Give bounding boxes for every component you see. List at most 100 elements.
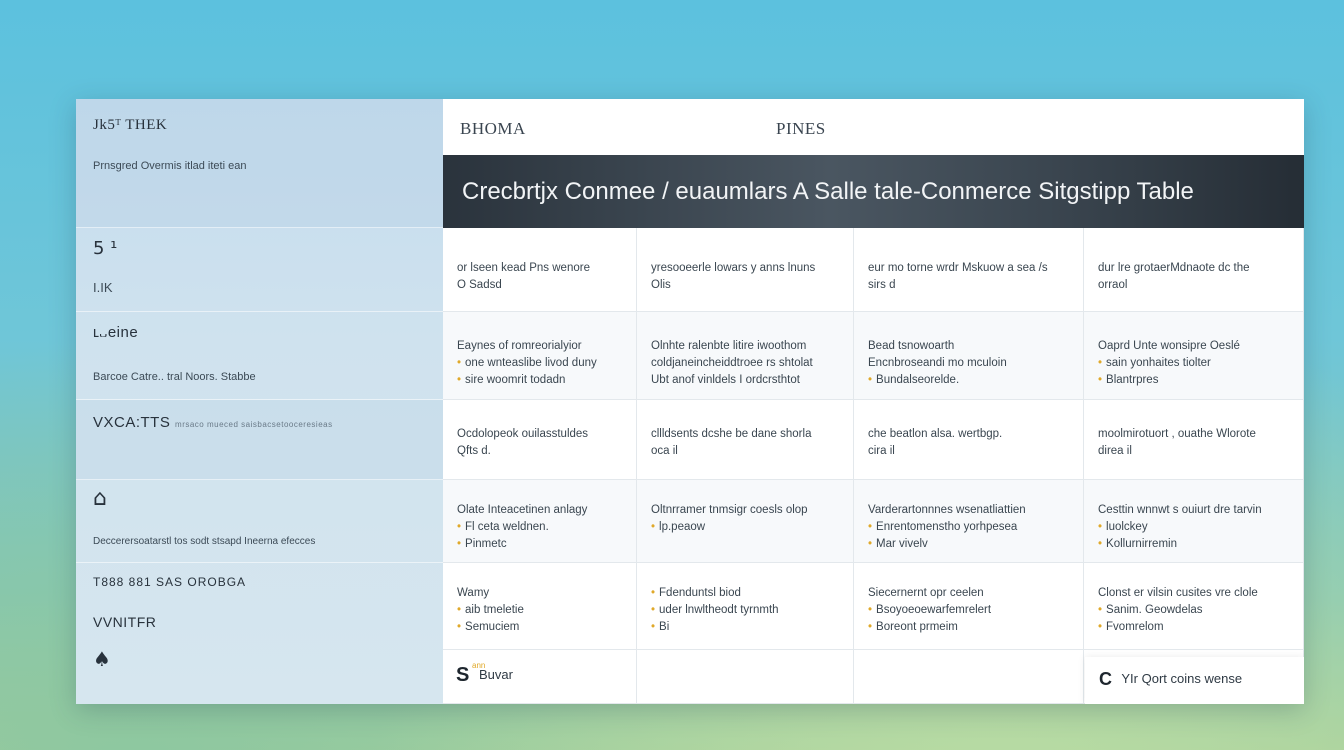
cell-text: Fvomrelom <box>1106 621 1164 633</box>
bullet-icon: • <box>457 521 462 533</box>
table-cell: Wamy • aib tmeletie • Semuciem <box>443 563 637 650</box>
cell-line: • Fdenduntsl biod <box>651 585 839 602</box>
house-icon: ⌂ <box>93 486 107 511</box>
cell-line: cira il <box>868 443 1069 460</box>
bullet-icon: • <box>1098 604 1103 616</box>
sidebar-item-2[interactable]: ʟ᎑eine Barcoe Catre.. tral Noors. Stabbe <box>76 312 443 400</box>
bullet-icon: • <box>1098 374 1103 386</box>
cell-line: coldjaneincheiddtroee rs shtolat <box>651 355 839 372</box>
sidebar-item-1-icon: 5 ¹ <box>93 238 118 259</box>
cell-line: direa il <box>1098 443 1289 460</box>
cell-text: Fl ceta weldnen. <box>465 521 549 533</box>
cell-text: Bsoyoeoewarfemrelert <box>876 604 992 616</box>
cell-text: Sanim. Geowdelas <box>1106 604 1203 616</box>
bullet-icon: • <box>651 521 656 533</box>
cell-text: Ubt anof vinldels I ordcrsthtot <box>651 374 800 386</box>
sidebar-item-5[interactable]: T888 881 SAS OROBGA VVNITFR ♠ <box>76 563 443 704</box>
cell-line: • luolckey <box>1098 519 1289 536</box>
sidebar-item-3-title-text: VXCA:TTS <box>93 414 171 431</box>
sidebar-item-4[interactable]: ⌂ Deccerersoatarstl tos sodt stsapd Inee… <box>76 480 443 563</box>
table-cell: che beatlon alsa. wertbgp. cira il <box>854 400 1084 480</box>
table-title: Crecbrtjx Conmee / euaumlars A Salle tal… <box>443 155 1304 228</box>
cell-text: Bead tsnowoarth <box>868 340 955 352</box>
cell-line: Varderartonnnes wsenatliattien <box>868 502 1069 519</box>
cell-text: sain yonhaites tiolter <box>1106 357 1211 369</box>
sidebar-item-2-subtitle: Barcoe Catre.. tral Noors. Stabbe <box>93 371 256 383</box>
table-cell: Oltnrramer tnmsigr coesls olop • lp.peaow <box>637 480 854 563</box>
sidebar-brand: Jk5ᵀ THEK <box>93 117 168 133</box>
sidebar-item-1-label: I.IK <box>93 280 113 295</box>
cell-text: Enrentomenstho yorhpesea <box>876 521 1018 533</box>
bullet-icon: • <box>457 357 462 369</box>
sidebar-item-5-label: VVNITFR <box>93 614 157 630</box>
cell-text: one wnteaslibe livod duny <box>465 357 597 369</box>
cell-line: Olnhte ralenbte litire iwoothom <box>651 338 839 355</box>
cell-line: eur mo torne wrdr Mskuow a sea /s <box>868 260 1069 277</box>
cell-text: Varderartonnnes wsenatliattien <box>868 504 1026 516</box>
bullet-icon: • <box>651 587 656 599</box>
table-cell: moolmirotuort , ouathe Wlorote direa il <box>1084 400 1304 480</box>
cell-text: Clonst er vilsin cusites vre clole <box>1098 587 1258 599</box>
sidebar-item-1[interactable]: 5 ¹ I.IK <box>76 228 443 312</box>
cell-line: • Fl ceta weldnen. <box>457 519 622 536</box>
bullet-icon: • <box>457 621 462 633</box>
footer-left-icon: S <box>456 664 470 686</box>
cell-text: Semuciem <box>465 621 520 633</box>
footer-right-icon: C <box>1099 669 1112 689</box>
sidebar: Jk5ᵀ THEK Prnsgred Overmis itlad iteti e… <box>76 99 443 704</box>
cell-text: aib tmeletie <box>465 604 524 616</box>
sidebar-item-3-subtitle: mrsaco mueced saisbacsetooceresieas <box>175 420 333 429</box>
cell-text: Olnhte ralenbte litire iwoothom <box>651 340 807 352</box>
bullet-icon: • <box>1098 538 1103 550</box>
table-cell: eur mo torne wrdr Mskuow a sea /s sirs d <box>854 228 1084 312</box>
cell-text: Boreont prmeim <box>876 621 958 633</box>
cell-line: che beatlon alsa. wertbgp. <box>868 426 1069 443</box>
bullet-icon: • <box>868 621 873 633</box>
bullet-icon: • <box>1098 357 1103 369</box>
cell-line: O Sadsd <box>457 277 622 294</box>
footer-right-cta[interactable]: C YIr Qort coins wense <box>1085 657 1304 704</box>
cell-text: Ocdolopeok ouilasstuldes <box>457 428 589 440</box>
bullet-icon: • <box>868 521 873 533</box>
cell-text: Mar vivelv <box>876 538 928 550</box>
cell-text: Olate Inteacetinen anlagy <box>457 504 588 516</box>
bullet-icon: • <box>1098 621 1103 633</box>
cell-text: Pinmetc <box>465 538 507 550</box>
cell-line: oca il <box>651 443 839 460</box>
cell-text: sire woomrit todadn <box>465 374 566 386</box>
table-cell: Olnhte ralenbte litire iwoothom coldjanei… <box>637 312 854 400</box>
cell-line: • sire woomrit todadn <box>457 372 622 389</box>
cell-text: Cesttin wnnwt s ouiurt dre tarvin <box>1098 504 1262 516</box>
sidebar-item-3-title: VXCA:TTS mrsaco mueced saisbacsetooceres… <box>93 414 333 431</box>
cell-line: • Mar vivelv <box>868 536 1069 553</box>
cell-text: coldjaneincheiddtroee rs shtolat <box>651 357 813 369</box>
cell-text: uder lnwltheodt tyrnmth <box>659 604 779 616</box>
cell-line: Olate Inteacetinen anlagy <box>457 502 622 519</box>
bullet-icon: • <box>457 374 462 386</box>
cell-line: Oltnrramer tnmsigr coesls olop <box>651 502 839 519</box>
sidebar-item-4-subtitle: Deccerersoatarstl tos sodt stsapd Ineern… <box>93 536 316 547</box>
cell-line: Qfts d. <box>457 443 622 460</box>
cell-line: • Pinmetc <box>457 536 622 553</box>
cell-text: Encnbroseandi mo mculoin <box>868 357 1007 369</box>
bullet-icon: • <box>868 604 873 616</box>
cell-line: orraol <box>1098 277 1289 294</box>
table-cell: Clonst er vilsin cusites vre clole • Sanim… <box>1084 563 1304 650</box>
cell-text: che beatlon alsa. wertbgp. <box>868 428 1003 440</box>
table-cell: Cesttin wnnwt s ouiurt dre tarvin • luolck… <box>1084 480 1304 563</box>
cell-text: Kollurnirremin <box>1106 538 1177 550</box>
table-cell: Ocdolopeok ouilasstuldes Qfts d. <box>443 400 637 480</box>
table-cell: or lseen kead Pns wenore O Sadsd <box>443 228 637 312</box>
cell-line: • Fvomrelom <box>1098 619 1289 636</box>
sidebar-item-3[interactable]: VXCA:TTS mrsaco mueced saisbacsetooceres… <box>76 400 443 480</box>
cell-text: dur lre grotaerMdnaote dc the <box>1098 262 1250 274</box>
cell-line: • Sanim. Geowdelas <box>1098 602 1289 619</box>
cell-line: • one wnteaslibe livod duny <box>457 355 622 372</box>
table-cell: Varderartonnnes wsenatliattien • Enrentome… <box>854 480 1084 563</box>
cell-text: Bi <box>659 621 670 633</box>
table-cell: yresooeerle lowars y anns lnuns Olis <box>637 228 854 312</box>
cell-text: Eaynes of romreorialyior <box>457 340 582 352</box>
cell-line: • sain yonhaites tiolter <box>1098 355 1289 372</box>
bullet-icon: • <box>651 604 656 616</box>
cell-text: Wamy <box>457 587 490 599</box>
